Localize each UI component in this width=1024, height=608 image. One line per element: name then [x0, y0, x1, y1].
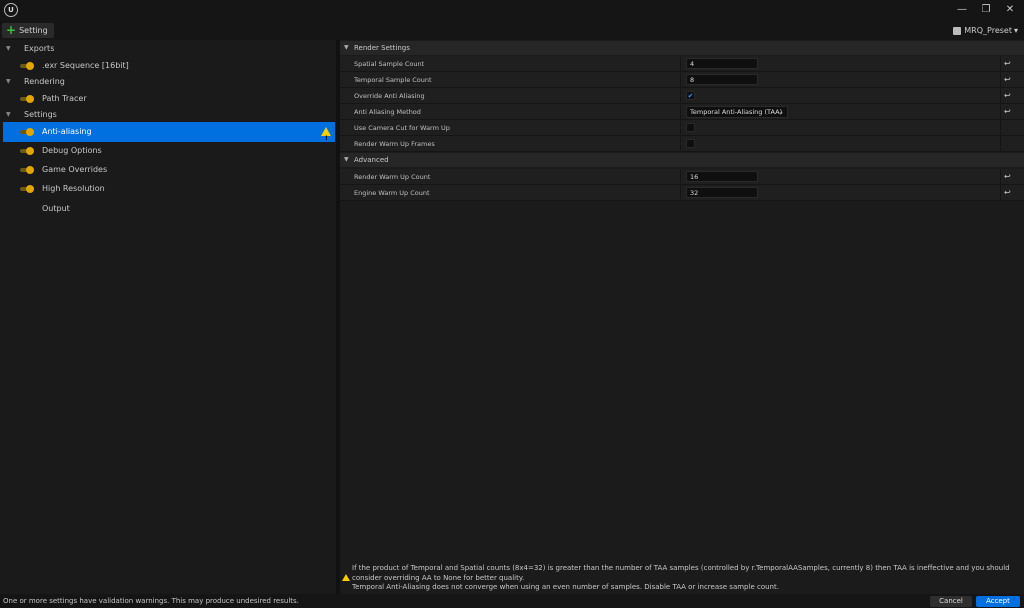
settings-tree: ▼ Exports .exr Sequence [16bit] ▼ Render… — [0, 40, 336, 594]
property-label: Temporal Sample Count — [354, 76, 432, 84]
minimize-button[interactable]: — — [954, 3, 970, 17]
property-engine-warmup-count: Engine Warm Up Count 32 ↩ — [340, 185, 1024, 201]
use-camera-cut-checkbox[interactable] — [686, 123, 695, 132]
toggle-switch[interactable] — [20, 95, 34, 103]
temporal-sample-count-input[interactable]: 8 — [686, 74, 758, 85]
property-spatial-sample-count: Spatial Sample Count 4 ↩ — [340, 56, 1024, 72]
cancel-button[interactable]: Cancel — [930, 596, 972, 607]
property-override-anti-aliasing: Override Anti Aliasing ✔ ↩ — [340, 88, 1024, 104]
property-label: Override Anti Aliasing — [354, 92, 425, 100]
tree-item-label: Game Overrides — [42, 165, 108, 174]
toggle-switch[interactable] — [20, 62, 34, 70]
category-label: Advanced — [354, 156, 389, 164]
caret-down-icon: ▼ — [344, 44, 349, 51]
property-render-warmup-count: Render Warm Up Count 16 ↩ — [340, 169, 1024, 185]
property-anti-aliasing-method: Anti Aliasing Method Temporal Anti-Alias… — [340, 104, 1024, 120]
warning-icon — [342, 574, 350, 581]
caret-down-icon: ▼ — [6, 78, 11, 85]
tree-item-label: Output — [42, 204, 70, 213]
preset-dropdown[interactable]: MRQ_Preset ▾ — [953, 24, 1018, 37]
category-label: Render Settings — [354, 44, 410, 52]
property-temporal-sample-count: Temporal Sample Count 8 ↩ — [340, 72, 1024, 88]
tree-item-output[interactable]: Output — [0, 200, 336, 218]
tree-item-game-overrides[interactable]: Game Overrides — [0, 161, 336, 179]
toggle-switch[interactable] — [20, 147, 34, 155]
reset-to-default-icon[interactable]: ↩ — [1004, 72, 1011, 88]
tree-item-label: Anti-aliasing — [42, 127, 92, 136]
property-render-warmup-frames: Render Warm Up Frames — [340, 136, 1024, 152]
details-panel: ▼ Render Settings Spatial Sample Count 4… — [340, 40, 1024, 564]
tree-item-label: Debug Options — [42, 146, 102, 155]
add-setting-button[interactable]: + Setting — [2, 23, 54, 38]
status-bar: One or more settings have validation war… — [0, 594, 1024, 608]
caret-down-icon: ▼ — [6, 45, 11, 52]
toggle-switch[interactable] — [20, 166, 34, 174]
add-setting-label: Setting — [19, 26, 48, 35]
title-bar: U — ❐ ✕ — [0, 0, 1024, 20]
preset-label: MRQ_Preset — [964, 26, 1012, 35]
property-label: Render Warm Up Count — [354, 173, 431, 181]
toggle-switch[interactable] — [20, 128, 34, 136]
property-label: Render Warm Up Frames — [354, 140, 435, 148]
reset-to-default-icon[interactable]: ↩ — [1004, 169, 1011, 185]
chevron-down-icon: ⌄ — [778, 108, 784, 116]
accept-button[interactable]: Accept — [976, 596, 1020, 607]
reset-to-default-icon[interactable]: ↩ — [1004, 88, 1011, 104]
dropdown-value: Temporal Anti-Aliasing (TAA) — [690, 108, 783, 116]
tree-item-high-resolution[interactable]: High Resolution — [0, 180, 336, 198]
property-label: Use Camera Cut for Warm Up — [354, 124, 450, 132]
tree-category-label: Exports — [24, 44, 55, 53]
reset-to-default-icon[interactable]: ↩ — [1004, 104, 1011, 120]
chevron-down-icon: ▾ — [1013, 26, 1018, 35]
property-label: Engine Warm Up Count — [354, 189, 430, 197]
spatial-sample-count-input[interactable]: 4 — [686, 58, 758, 69]
property-label: Spatial Sample Count — [354, 60, 425, 68]
property-label: Anti Aliasing Method — [354, 108, 421, 116]
close-button[interactable]: ✕ — [1002, 3, 1018, 17]
caret-down-icon: ▼ — [344, 156, 349, 163]
tree-item-debug-options[interactable]: Debug Options — [0, 142, 336, 160]
warning-line: Temporal Anti-Aliasing does not converge… — [352, 583, 779, 591]
category-advanced[interactable]: ▼ Advanced — [340, 153, 1024, 167]
plus-icon: + — [6, 23, 17, 37]
reset-to-default-icon[interactable]: ↩ — [1004, 185, 1011, 201]
status-message: One or more settings have validation war… — [3, 597, 299, 605]
tree-category-exports[interactable]: ▼ Exports — [0, 40, 336, 58]
save-icon — [953, 26, 962, 35]
engine-warmup-count-input[interactable]: 32 — [686, 187, 758, 198]
toggle-switch[interactable] — [20, 185, 34, 193]
tree-category-rendering[interactable]: ▼ Rendering — [0, 73, 336, 91]
unreal-logo-icon: U — [4, 3, 18, 17]
toolbar: + Setting MRQ_Preset ▾ — [0, 20, 1024, 40]
render-warmup-frames-checkbox[interactable] — [686, 139, 695, 148]
restore-button[interactable]: ❐ — [978, 3, 994, 17]
tree-item-label: High Resolution — [42, 184, 105, 193]
warning-line: If the product of Temporal and Spatial c… — [352, 564, 1010, 582]
category-render-settings[interactable]: ▼ Render Settings — [340, 41, 1024, 55]
render-warmup-count-input[interactable]: 16 — [686, 171, 758, 182]
validation-warning-panel: If the product of Temporal and Spatial c… — [340, 562, 1024, 594]
reset-to-default-icon[interactable]: ↩ — [1004, 56, 1011, 72]
tree-item-anti-aliasing[interactable]: Anti-aliasing ! — [3, 122, 335, 142]
warning-message: If the product of Temporal and Spatial c… — [352, 564, 1022, 593]
aa-method-dropdown[interactable]: Temporal Anti-Aliasing (TAA) ⌄ — [686, 106, 788, 118]
warning-icon: ! — [321, 127, 331, 142]
tree-category-label: Rendering — [24, 77, 65, 86]
property-use-camera-cut: Use Camera Cut for Warm Up — [340, 120, 1024, 136]
override-aa-checkbox[interactable]: ✔ — [686, 91, 695, 100]
